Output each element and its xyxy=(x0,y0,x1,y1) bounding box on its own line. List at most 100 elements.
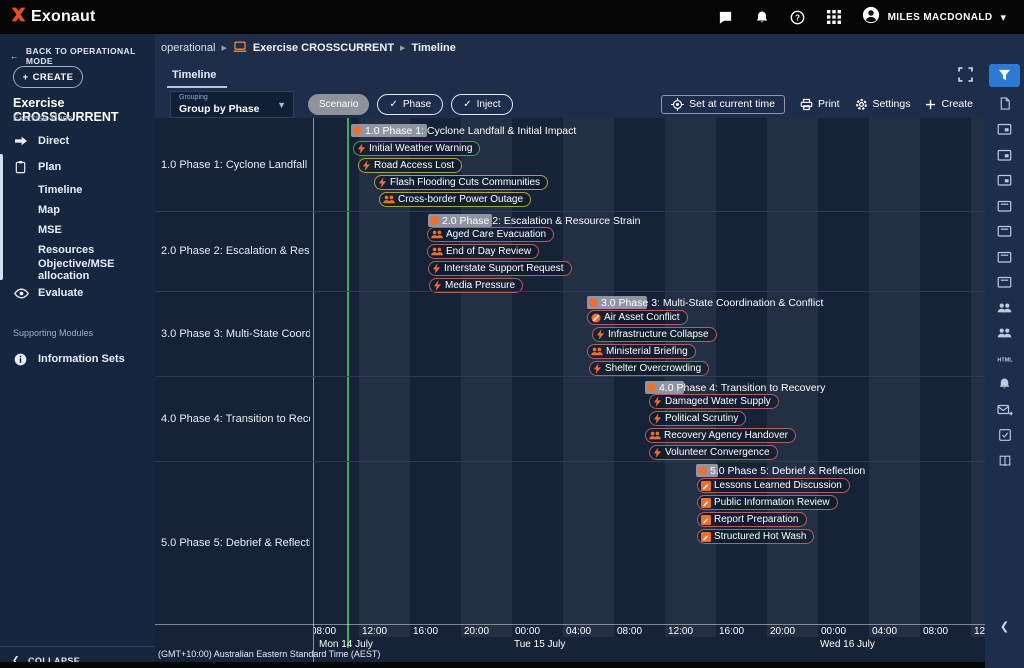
archive-icon[interactable] xyxy=(985,248,1024,265)
rail-collapse-button[interactable]: ❮ xyxy=(985,620,1024,633)
file-icon[interactable] xyxy=(985,95,1024,112)
note-icon xyxy=(701,498,711,508)
phase-label: 1.0 Phase 1: Cyclone Landfall & Initial … xyxy=(351,125,576,137)
sidebar-collapse-button[interactable]: ❮ COLLAPSE xyxy=(0,646,155,662)
inject-pill[interactable]: End of Day Review xyxy=(427,244,539,259)
people-icon xyxy=(431,230,443,239)
card-icon[interactable] xyxy=(985,172,1024,189)
timeline-chart: 1.0 Phase 1: Cyclone Landfall & Initia..… xyxy=(155,118,985,662)
bell-outline-icon[interactable] xyxy=(985,376,1024,393)
chip-inject[interactable]: ✓Inject xyxy=(451,94,512,115)
exonaut-logo-icon xyxy=(10,6,27,28)
task-check-icon[interactable] xyxy=(985,427,1024,444)
archive-icon[interactable] xyxy=(985,223,1024,240)
people-icon xyxy=(591,347,603,356)
create-button[interactable]: Create xyxy=(925,98,973,110)
book-icon[interactable] xyxy=(985,452,1024,469)
type-filter-chips: Scenario ✓Phase ✓Inject xyxy=(308,94,513,115)
action-label: Create xyxy=(941,98,973,110)
bolt-icon xyxy=(596,329,605,340)
inject-pill[interactable]: Air Asset Conflict xyxy=(587,310,688,325)
sidebar-item-mse[interactable]: MSE xyxy=(0,220,155,240)
people-outline-icon[interactable] xyxy=(985,299,1024,316)
axis-tick-label: 08:00 xyxy=(923,626,948,637)
inject-pill[interactable]: Cross-border Power Outage xyxy=(379,192,531,207)
inject-label: Political Scrutiny xyxy=(665,413,738,424)
breadcrumb-exercise[interactable]: Exercise CROSSCURRENT xyxy=(253,42,394,54)
inject-pill[interactable]: Structured Hot Wash xyxy=(697,529,814,544)
inject-pill[interactable]: Lessons Learned Discussion xyxy=(697,478,850,493)
sidebar-item-information-sets[interactable]: Information Sets xyxy=(0,346,155,372)
inject-pill[interactable]: Shelter Overcrowding xyxy=(589,361,709,376)
archive-icon[interactable] xyxy=(985,274,1024,291)
mail-forward-icon[interactable] xyxy=(985,401,1024,418)
sidebar-item-resources[interactable]: Resources xyxy=(0,240,155,260)
bolt-icon xyxy=(653,413,662,424)
action-label: Settings xyxy=(873,98,911,110)
breadcrumb-timeline: Timeline xyxy=(411,42,455,54)
user-menu[interactable]: MILES MACDONALD ▾ xyxy=(862,6,1006,29)
archive-icon[interactable] xyxy=(985,197,1024,214)
help-icon[interactable]: ? xyxy=(790,9,806,25)
phase-bar[interactable]: 1.0 Phase 1: Cyclone Landfall & Initial … xyxy=(351,124,576,137)
html-icon[interactable]: HTML xyxy=(985,350,1024,367)
sidebar-item-label: MSE xyxy=(38,224,62,236)
bell-icon[interactable] xyxy=(754,9,770,25)
inject-pill[interactable]: Road Access Lost xyxy=(358,158,462,173)
chat-icon[interactable] xyxy=(718,9,734,25)
inject-pill[interactable]: Political Scrutiny xyxy=(649,411,746,426)
phase-label: 2.0 Phase 2: Escalation & Resource Strai… xyxy=(428,215,640,227)
inject-pill[interactable]: Aged Care Evacuation xyxy=(427,227,554,242)
inject-pill[interactable]: Ministerial Briefing xyxy=(587,344,696,359)
card-icon[interactable] xyxy=(985,121,1024,138)
bolt-icon xyxy=(362,160,371,171)
archive-icon xyxy=(997,250,1012,264)
card-icon[interactable] xyxy=(985,146,1024,163)
sidebar-item-direct[interactable]: Direct xyxy=(0,128,155,154)
inject-pill[interactable]: Infrastructure Collapse xyxy=(592,327,717,342)
bolt-icon xyxy=(433,280,442,291)
apps-grid-icon[interactable] xyxy=(826,9,842,25)
breadcrumb-operational[interactable]: operational xyxy=(161,42,215,54)
people-outline-icon[interactable] xyxy=(985,325,1024,342)
phase-label: 5.0 Phase 5: Debrief & Reflection xyxy=(696,465,865,477)
chip-scenario[interactable]: Scenario xyxy=(308,94,369,115)
bottom-strip xyxy=(0,662,985,668)
inject-pill[interactable]: Initial Weather Warning xyxy=(353,141,480,156)
sidebar-item-timeline[interactable]: Timeline xyxy=(0,180,155,200)
sidebar-item-evaluate[interactable]: Evaluate xyxy=(0,280,155,306)
inject-pill[interactable]: Public Information Review xyxy=(697,495,838,510)
phase-bar[interactable]: 3.0 Phase 3: Multi-State Coordination & … xyxy=(587,296,823,309)
phase-bar[interactable]: 5.0 Phase 5: Debrief & Reflection xyxy=(696,464,865,477)
inject-pill[interactable]: Interstate Support Request xyxy=(428,261,572,276)
set-at-current-time-button[interactable]: Set at current time xyxy=(661,95,785,114)
sidebar-item-map[interactable]: Map xyxy=(0,200,155,220)
axis-date-label: Wed 16 July xyxy=(820,639,875,650)
phase-bar[interactable]: 4.0 Phase 4: Transition to Recovery xyxy=(645,381,825,394)
axis-tick-label: 16:00 xyxy=(719,626,744,637)
phase-bar[interactable]: 2.0 Phase 2: Escalation & Resource Strai… xyxy=(428,214,640,227)
grouping-select[interactable]: Grouping Group by Phase ▼ xyxy=(170,91,294,118)
back-to-operational-mode[interactable]: ← BACK TO OPERATIONAL MODE xyxy=(10,46,155,66)
inject-pill[interactable]: Report Preparation xyxy=(697,512,807,527)
inject-label: Public Information Review xyxy=(714,497,830,508)
axis-tick-label: 20:00 xyxy=(770,626,795,637)
filter-icon[interactable] xyxy=(989,64,1020,87)
inject-pill[interactable]: Damaged Water Supply xyxy=(649,394,779,409)
create-button[interactable]: + CREATE xyxy=(13,66,83,88)
print-button[interactable]: Print xyxy=(800,98,840,111)
sidebar-item-plan[interactable]: Plan xyxy=(0,154,155,180)
tab-timeline[interactable]: Timeline xyxy=(172,69,216,81)
sidebar-item-label: Plan xyxy=(38,161,61,173)
inject-pill[interactable]: Recovery Agency Handover xyxy=(645,428,796,443)
fullscreen-icon[interactable] xyxy=(958,67,973,87)
timeline-panel: Timeline Grouping Group by Phase ▼ Scena… xyxy=(155,62,985,662)
inject-pill[interactable]: Flash Flooding Cuts Communities xyxy=(374,175,548,190)
settings-button[interactable]: Settings xyxy=(855,98,911,111)
chip-phase[interactable]: ✓Phase xyxy=(377,94,443,115)
people-outline-icon xyxy=(997,303,1012,313)
check-icon: ✓ xyxy=(463,99,471,110)
inject-pill[interactable]: Volunteer Convergence xyxy=(649,445,778,460)
sidebar-item-objective-mse-allocation[interactable]: Objective/MSE allocation xyxy=(0,260,155,280)
inject-label: Cross-border Power Outage xyxy=(398,194,523,205)
